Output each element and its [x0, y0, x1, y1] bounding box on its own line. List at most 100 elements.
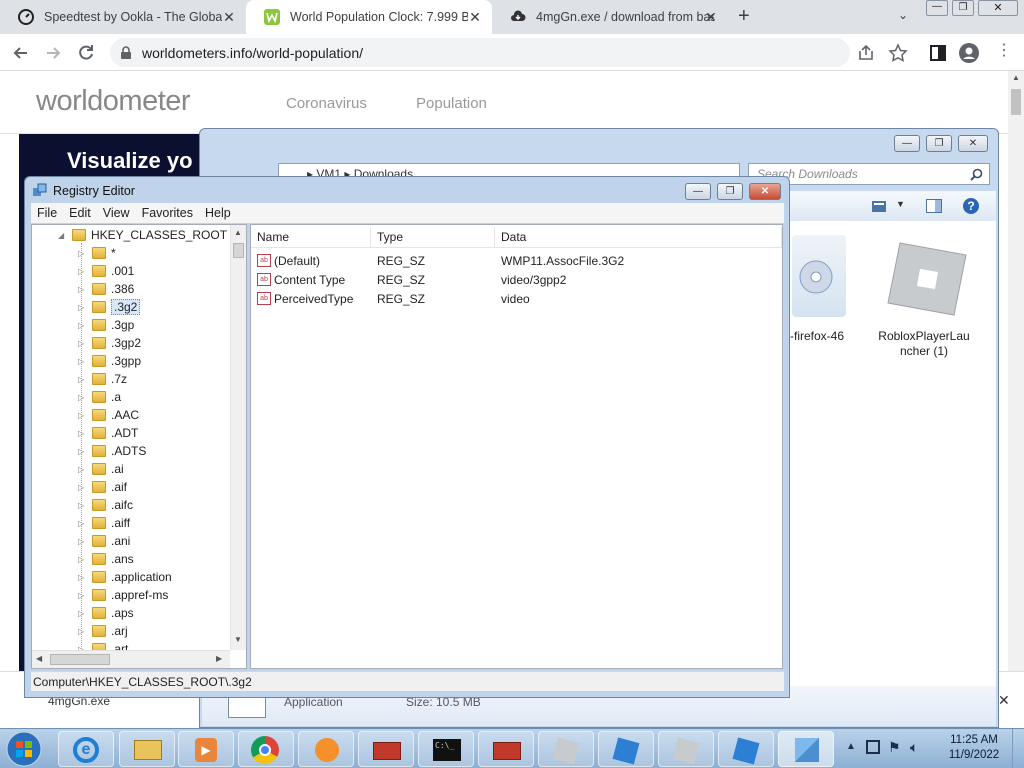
expand-icon[interactable]: ▷ — [78, 501, 86, 510]
close-tab-icon[interactable]: ✕ — [222, 10, 236, 24]
preview-pane-icon[interactable] — [926, 199, 942, 213]
worldometer-logo[interactable]: worldometer — [36, 85, 191, 118]
regedit-taskbar-icon[interactable] — [778, 731, 834, 767]
restore-icon[interactable]: ❐ — [952, 0, 974, 16]
close-tab-icon[interactable]: ✕ — [468, 10, 482, 24]
tree-item[interactable]: ▷ .ai — [78, 460, 124, 478]
menu-edit[interactable]: Edit — [63, 206, 97, 220]
tree-item[interactable]: ▷ .386 — [78, 280, 134, 298]
media-player-taskbar-icon[interactable]: ▶ — [178, 731, 234, 767]
expand-icon[interactable]: ▷ — [78, 591, 86, 600]
roblox-icon[interactable] — [880, 235, 968, 323]
view-dropdown-icon[interactable]: ▼ — [896, 199, 905, 209]
firefox-installer-icon[interactable] — [792, 235, 846, 317]
expand-icon[interactable]: ▷ — [78, 285, 86, 294]
column-type[interactable]: Type — [371, 227, 495, 247]
tree-item[interactable]: ▷ .3gp2 — [78, 334, 141, 352]
tab-search-icon[interactable]: ⌄ — [898, 8, 908, 22]
bookmark-star-icon[interactable] — [887, 42, 909, 64]
tree-item[interactable]: ▷ .7z — [78, 370, 127, 388]
menu-view[interactable]: View — [97, 206, 136, 220]
explorer-maximize-icon[interactable]: ❐ — [926, 135, 952, 152]
tree-item[interactable]: ▷ .3gpp — [78, 352, 141, 370]
expand-icon[interactable]: ▷ — [78, 573, 86, 582]
tree-item[interactable]: ▷ .application — [78, 568, 172, 586]
expand-icon[interactable]: ▷ — [78, 249, 86, 258]
regedit-maximize-icon[interactable]: ❐ — [717, 183, 743, 200]
nav-coronavirus[interactable]: Coronavirus — [286, 95, 367, 112]
tab-speedtest[interactable]: Speedtest by Ookla - The Global ✕ — [0, 0, 246, 34]
address-bar[interactable]: worldometers.info/world-population/ — [110, 38, 850, 67]
tree-hscroll-thumb[interactable] — [50, 654, 110, 665]
roblox-taskbar-icon[interactable] — [538, 731, 594, 767]
tree-item[interactable]: ▷ .ADT — [78, 424, 138, 442]
lock-icon[interactable] — [120, 46, 132, 59]
expand-icon[interactable]: ▷ — [78, 303, 86, 312]
tab-download[interactable]: 4mgGn.exe / download from bas ✕ — [492, 0, 728, 34]
explorer-close-icon[interactable]: ✕ — [958, 135, 988, 152]
scroll-up-icon[interactable]: ▲ — [234, 228, 242, 237]
tree-item[interactable]: ▷ .001 — [78, 262, 134, 280]
tree-item[interactable]: ▷ .a — [78, 388, 121, 406]
expand-icon[interactable]: ▷ — [78, 267, 86, 276]
more-menu-icon[interactable]: ⋮ — [996, 43, 1012, 59]
tree-item[interactable]: ▷ .ADTS — [78, 442, 146, 460]
explorer-minimize-icon[interactable]: — — [894, 135, 920, 152]
close-download-bar-icon[interactable]: ✕ — [998, 692, 1010, 709]
ie-taskbar-icon[interactable]: e — [58, 731, 114, 767]
new-tab-button[interactable]: + — [738, 6, 758, 26]
toolbox-taskbar-icon[interactable] — [358, 731, 414, 767]
tree-item[interactable]: ▷ .ani — [78, 532, 130, 550]
view-options-icon[interactable] — [872, 201, 886, 212]
tree-item[interactable]: ▷ * — [78, 244, 116, 262]
value-row[interactable]: ab Content Type REG_SZ video/3gpp2 — [251, 270, 782, 289]
tree-root[interactable]: ◢ HKEY_CLASSES_ROOT — [58, 226, 227, 244]
value-row[interactable]: ab (Default) REG_SZ WMP11.AssocFile.3G2 — [251, 251, 782, 270]
profile-avatar-icon[interactable] — [958, 42, 980, 64]
tree-item[interactable]: ▷ .aiff — [78, 514, 130, 532]
cmd-taskbar-icon[interactable]: C:\_ — [418, 731, 474, 767]
expand-icon[interactable]: ▷ — [78, 393, 86, 402]
expand-icon[interactable]: ▷ — [78, 447, 86, 456]
column-data[interactable]: Data — [495, 227, 782, 247]
expand-icon[interactable]: ▷ — [78, 555, 86, 564]
scroll-left-icon[interactable]: ◀ — [36, 654, 42, 663]
scroll-right-icon[interactable]: ▶ — [216, 654, 222, 663]
regedit-close-icon[interactable]: ✕ — [749, 183, 781, 200]
tree-scroll-thumb[interactable] — [233, 243, 244, 258]
regedit-minimize-icon[interactable]: — — [685, 183, 711, 200]
expand-icon[interactable]: ▷ — [78, 537, 86, 546]
toolbox2-taskbar-icon[interactable] — [478, 731, 534, 767]
tree-hscrollbar[interactable]: ◀ ▶ — [32, 650, 230, 668]
start-button-icon[interactable] — [5, 730, 43, 768]
expand-icon[interactable]: ▷ — [78, 519, 86, 528]
expand-icon[interactable]: ▷ — [78, 627, 86, 636]
scroll-up-icon[interactable]: ▲ — [1012, 73, 1020, 82]
expand-icon[interactable]: ▷ — [78, 357, 86, 366]
reload-icon[interactable] — [75, 42, 97, 64]
roblox2-taskbar-icon[interactable] — [658, 731, 714, 767]
explorer-taskbar-icon[interactable] — [119, 731, 175, 767]
expand-icon[interactable]: ▷ — [78, 483, 86, 492]
tree-item[interactable]: ▷ .arj — [78, 622, 128, 640]
page-scrollbar[interactable]: ▲ — [1008, 71, 1024, 671]
side-panel-icon[interactable] — [927, 42, 949, 64]
minimize-icon[interactable]: — — [926, 0, 948, 16]
show-desktop-button[interactable] — [1012, 729, 1024, 768]
roblox-studio2-taskbar-icon[interactable] — [718, 731, 774, 767]
expand-icon[interactable]: ▷ — [78, 375, 86, 384]
share-icon[interactable] — [855, 42, 877, 64]
registry-values-list[interactable]: Name Type Data ab (Default) REG_SZ WMP11.As… — [250, 224, 783, 669]
collapse-icon[interactable]: ◢ — [58, 231, 66, 240]
tab-worldometer[interactable]: World Population Clock: 7.999 Bi ✕ — [246, 0, 492, 34]
value-row[interactable]: ab PerceivedType REG_SZ video — [251, 289, 782, 308]
tree-item[interactable]: ▷ .AAC — [78, 406, 139, 424]
registry-key-tree[interactable]: ◢ HKEY_CLASSES_ROOT ▷ * ▷ .001 ▷ .386 ▷ .3g2 ▷ .3… — [31, 224, 247, 669]
clock[interactable]: 11:25 AM 11/9/2022 — [944, 733, 1004, 763]
tree-item[interactable]: ▷ .ans — [78, 550, 134, 568]
volume-icon[interactable]: 🔈︎ — [910, 739, 918, 756]
tree-vscrollbar[interactable]: ▲ ▼ — [230, 225, 246, 650]
close-tab-icon[interactable]: ✕ — [704, 10, 718, 24]
tree-item[interactable]: ▷ .appref-ms — [78, 586, 168, 604]
expand-icon[interactable]: ▷ — [78, 609, 86, 618]
